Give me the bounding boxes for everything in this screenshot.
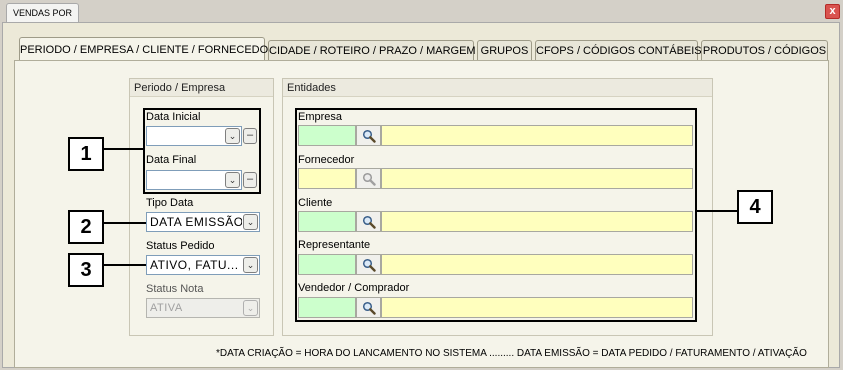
callout-1-line (104, 148, 144, 150)
callout-3: 3 (68, 253, 104, 287)
tab-grupos[interactable]: GRUPOS (477, 40, 532, 61)
tipo-data-label: Tipo Data (146, 197, 194, 209)
tipo-data-value: DATA EMISSÃO (150, 215, 242, 229)
callout-1: 1 (68, 137, 104, 171)
tab-produtos[interactable]: PRODUTOS / CÓDIGOS (701, 40, 828, 61)
callout-4: 4 (737, 190, 773, 224)
window-tab[interactable]: VENDAS POR (6, 3, 79, 23)
callout-2-line (104, 222, 146, 224)
tab-periodo[interactable]: PERIODO / EMPRESA / CLIENTE / FORNECEDOR (19, 37, 276, 62)
status-pedido-value: ATIVO, FATU... (150, 258, 239, 272)
close-button[interactable]: x (825, 4, 840, 19)
periodo-group-header: Periodo / Empresa (130, 79, 273, 97)
chevron-down-icon: ⌄ (243, 300, 258, 316)
highlight-box-entities (295, 108, 697, 322)
highlight-box-dates (143, 108, 261, 194)
chevron-down-icon[interactable]: ⌄ (243, 257, 258, 273)
entidades-group-header: Entidades (283, 79, 712, 97)
callout-3-line (104, 264, 146, 266)
chevron-down-icon[interactable]: ⌄ (243, 214, 258, 230)
status-nota-label: Status Nota (146, 283, 204, 295)
status-pedido-label: Status Pedido (146, 240, 215, 252)
callout-2: 2 (68, 210, 104, 244)
tab-cfops[interactable]: CFOPS / CÓDIGOS CONTÁBEIS (535, 40, 702, 61)
footnote: *DATA CRIAÇÃO = HORA DO LANCAMENTO NO SI… (216, 348, 807, 359)
status-nota-select: ATIVA ⌄ (146, 298, 260, 318)
status-pedido-select[interactable]: ATIVO, FATU... ⌄ (146, 255, 260, 275)
tipo-data-select[interactable]: DATA EMISSÃO ⌄ (146, 212, 260, 232)
close-icon: x (829, 5, 836, 17)
callout-4-line (697, 210, 737, 212)
tab-cidade[interactable]: CIDADE / ROTEIRO / PRAZO / MARGEM (268, 40, 476, 61)
